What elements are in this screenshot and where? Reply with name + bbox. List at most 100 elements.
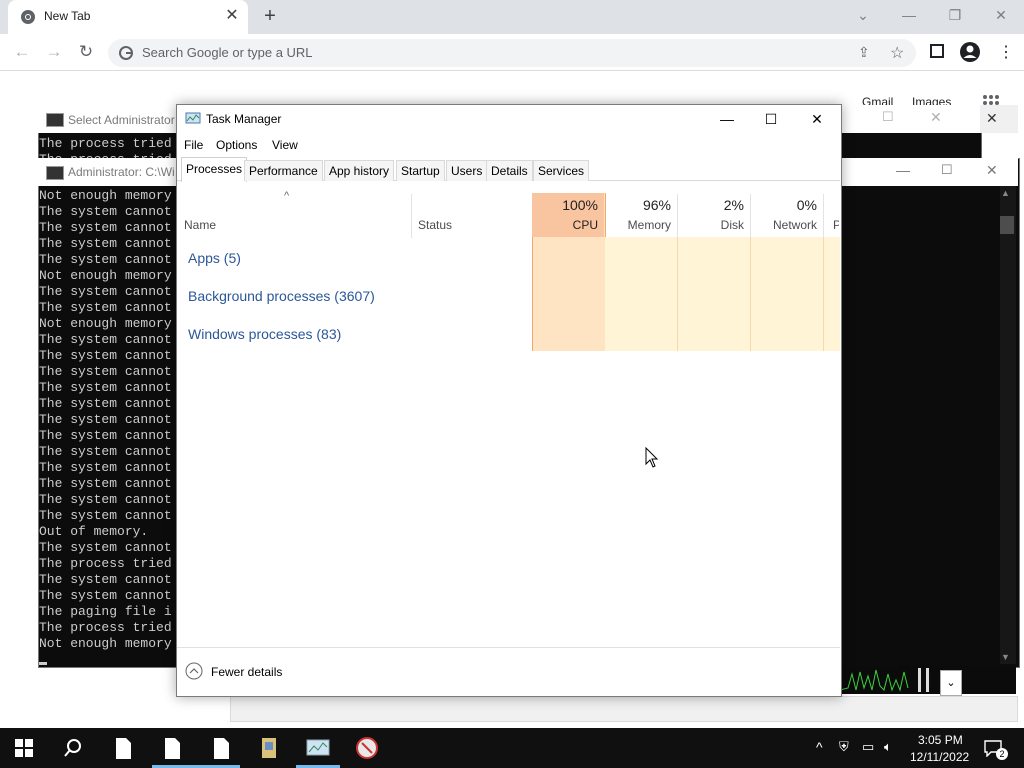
cmd-line: The system cannot xyxy=(39,396,172,411)
clock-time[interactable]: 3:05 PM xyxy=(918,733,963,747)
cmd-line: The system cannot xyxy=(39,332,172,347)
cmd-front-output: Not enough memory The system cannot The sy… xyxy=(39,188,172,652)
show-hidden-icons-icon[interactable]: ^ xyxy=(816,739,823,755)
tab-search-icon[interactable]: ⌄ xyxy=(840,0,886,30)
cmd-line: The system cannot xyxy=(39,348,172,363)
search-icon[interactable] xyxy=(63,738,83,758)
cmd-line: The system cannot xyxy=(39,460,172,475)
google-g-icon xyxy=(119,46,133,60)
memory-percent: 96% xyxy=(642,197,671,213)
sort-up-icon[interactable]: ^ xyxy=(284,190,289,202)
scroll-up-icon[interactable]: ▲ xyxy=(1001,188,1010,198)
minimize-icon[interactable]: — xyxy=(886,0,932,30)
network-icon[interactable]: ▭ xyxy=(862,739,874,755)
network-percent: 0% xyxy=(796,197,817,213)
task-manager-icon xyxy=(185,112,201,124)
volume-icon[interactable]: 🔈︎ xyxy=(884,739,892,755)
scroll-down-icon[interactable]: ▼ xyxy=(1001,652,1010,662)
tab-performance[interactable]: Performance xyxy=(244,160,323,181)
taskbar-file-icon[interactable] xyxy=(157,734,187,762)
bookmark-star-icon[interactable]: ☆ xyxy=(890,43,904,63)
column-separator xyxy=(823,237,824,351)
resource-column-heat xyxy=(605,237,840,351)
tab-users[interactable]: Users xyxy=(446,160,488,181)
column-separator xyxy=(750,194,751,238)
cmd-back-close-icon[interactable]: ✕ xyxy=(930,109,942,126)
scroll-thumb[interactable] xyxy=(1000,216,1014,234)
cmd-line: Out of memory. xyxy=(39,524,149,539)
cmd-line: The system cannot xyxy=(39,300,172,315)
group-apps[interactable]: Apps (5) xyxy=(188,250,241,266)
tab-services[interactable]: Services xyxy=(533,160,590,181)
tm-maximize-icon[interactable]: ☐ xyxy=(748,106,794,132)
menu-view[interactable]: View xyxy=(272,138,298,152)
cmd-front-minimize-icon[interactable]: — xyxy=(896,162,910,178)
task-manager-title: Task Manager xyxy=(206,112,282,126)
dropdown-chevron-icon[interactable]: ⌄ xyxy=(940,670,962,696)
cmd-line: The system cannot xyxy=(39,428,172,443)
chrome-menu-icon[interactable]: ⋮ xyxy=(998,42,1014,62)
cmd-back-restore-icon[interactable]: ☐ xyxy=(882,109,894,125)
column-separator xyxy=(677,237,678,351)
performance-graph xyxy=(840,666,1016,694)
clock-date[interactable]: 12/11/2022 xyxy=(910,750,969,764)
group-background-processes[interactable]: Background processes (3607) xyxy=(188,288,375,304)
new-tab-button[interactable]: + xyxy=(258,4,282,28)
cmd-line: The system cannot xyxy=(39,572,172,587)
cmd-line: The process tried xyxy=(39,620,172,635)
cmd-back-title: Select Administrator xyxy=(68,113,175,127)
cmd-line: The system cannot xyxy=(39,220,172,235)
cmd-line: The paging file i xyxy=(39,604,172,619)
omnibox-placeholder[interactable]: Search Google or type a URL xyxy=(142,45,313,60)
cpu-label: CPU xyxy=(572,218,598,232)
taskbar-app-icon[interactable] xyxy=(352,734,382,762)
tab-close-icon[interactable]: ✕ xyxy=(222,6,242,26)
task-manager-window[interactable] xyxy=(176,104,842,697)
tab-app-history[interactable]: App history xyxy=(324,160,395,181)
cmd-cursor xyxy=(39,662,47,665)
cmd-front-maximize-icon[interactable]: ☐ xyxy=(941,162,953,178)
menu-file[interactable]: File xyxy=(184,138,203,152)
tab-processes[interactable]: Processes xyxy=(181,157,248,182)
chevron-up-circle-icon[interactable] xyxy=(185,662,203,680)
forward-arrow-icon[interactable]: → xyxy=(42,40,66,64)
cmd-line: The system cannot xyxy=(39,492,172,507)
column-separator xyxy=(411,194,412,238)
chrome-favicon-icon xyxy=(21,10,35,24)
cmd-line: The system cannot xyxy=(39,284,172,299)
cmd-scrollbar[interactable] xyxy=(1000,186,1016,664)
cmd-back-close-x-icon[interactable]: ✕ xyxy=(986,110,998,127)
menu-options[interactable]: Options xyxy=(216,138,257,152)
column-status[interactable]: Status xyxy=(418,218,452,232)
tm-close-icon[interactable]: ✕ xyxy=(794,106,840,132)
cmd-line: The system cannot xyxy=(39,236,172,251)
tm-minimize-icon[interactable]: — xyxy=(704,106,750,132)
taskbar-file-icon[interactable] xyxy=(108,734,138,762)
windows-start-icon[interactable] xyxy=(15,739,33,757)
power-label-partial[interactable]: P xyxy=(833,218,839,232)
disk-percent: 2% xyxy=(723,197,744,213)
security-icon[interactable]: ⛨ xyxy=(839,739,849,755)
tab-details[interactable]: Details xyxy=(486,160,533,181)
cmd-line: The system cannot xyxy=(39,476,172,491)
profile-avatar-icon[interactable] xyxy=(959,41,981,63)
disk-label[interactable]: Disk xyxy=(680,218,744,232)
tab-startup[interactable]: Startup xyxy=(396,160,445,181)
memory-label[interactable]: Memory xyxy=(607,218,671,232)
restore-icon[interactable]: ❐ xyxy=(932,0,978,30)
cmd-front-close-icon[interactable]: ✕ xyxy=(986,162,998,179)
cmd-icon xyxy=(46,113,64,127)
close-window-icon[interactable]: ✕ xyxy=(978,0,1024,30)
network-label[interactable]: Network xyxy=(753,218,817,232)
taskbar-app-icon[interactable] xyxy=(254,734,284,762)
side-panel-icon[interactable] xyxy=(930,44,944,58)
column-name[interactable]: Name xyxy=(184,218,216,232)
group-windows-processes[interactable]: Windows processes (83) xyxy=(188,326,341,342)
cmd-line: Not enough memory xyxy=(39,188,172,203)
share-icon[interactable]: ⇪ xyxy=(858,44,870,61)
back-arrow-icon[interactable]: ← xyxy=(10,40,34,64)
taskbar-file-icon[interactable] xyxy=(206,734,236,762)
reload-icon[interactable]: ↻ xyxy=(74,40,98,64)
task-manager-taskbar-icon[interactable] xyxy=(303,734,333,762)
fewer-details-button[interactable]: Fewer details xyxy=(211,665,282,679)
